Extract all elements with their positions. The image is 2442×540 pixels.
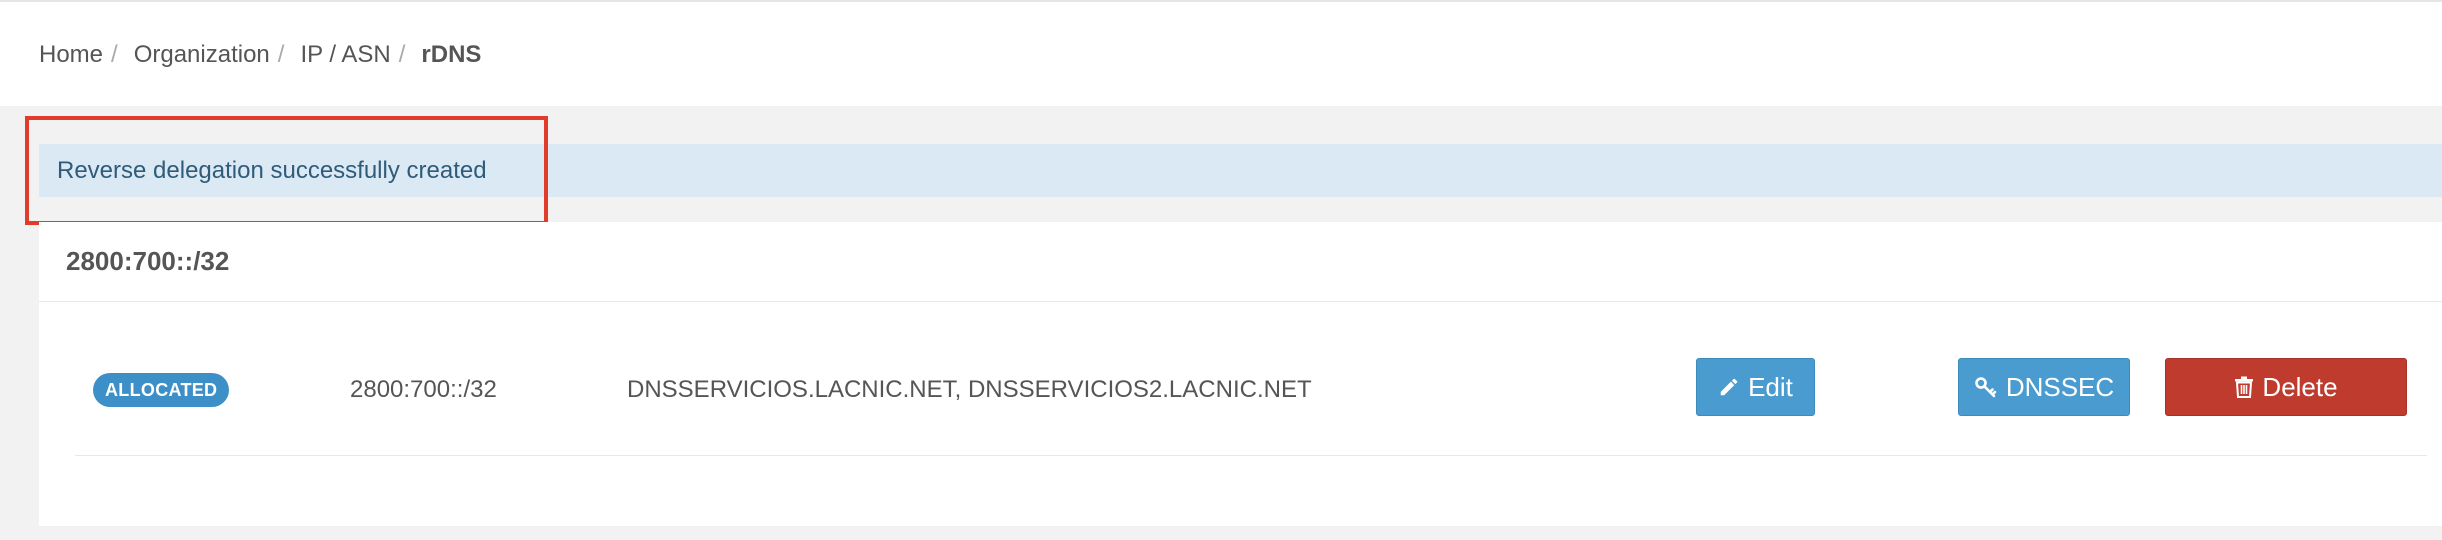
breadcrumb-separator: / [398,41,406,68]
edit-button-label: Edit [1748,371,1793,402]
alert-message: Reverse delegation successfully created [57,156,487,184]
status-badge: ALLOCATED [93,373,230,407]
delete-button-label: Delete [2262,371,2338,402]
breadcrumb-home[interactable]: Home [39,41,103,69]
panel-title: 2800:700::/32 [39,222,2442,302]
row-nameservers: DNSSERVICIOS.LACNIC.NET, DNSSERVICIOS2.L… [627,376,1312,403]
row-prefix: 2800:700::/32 [350,376,497,403]
breadcrumb: Home / Organization / IP / ASN / rDNS [39,2,481,108]
breadcrumb-organization[interactable]: Organization [134,41,270,69]
breadcrumb-ip-asn[interactable]: IP / ASN [300,41,390,69]
success-alert: Reverse delegation successfully created [39,144,2442,197]
dnssec-button[interactable]: DNSSEC [1958,358,2130,416]
breadcrumb-separator: / [277,41,285,68]
key-icon [1974,375,1998,399]
trash-icon [2234,376,2254,398]
delete-button[interactable]: Delete [2165,358,2407,416]
breadcrumb-bar: Home / Organization / IP / ASN / rDNS [0,0,2442,106]
dnssec-button-label: DNSSEC [2005,371,2115,402]
breadcrumb-current-rdns: rDNS [421,41,482,68]
edit-button[interactable]: Edit [1696,358,1815,416]
breadcrumb-separator: / [111,41,118,68]
pencil-icon [1718,376,1740,398]
